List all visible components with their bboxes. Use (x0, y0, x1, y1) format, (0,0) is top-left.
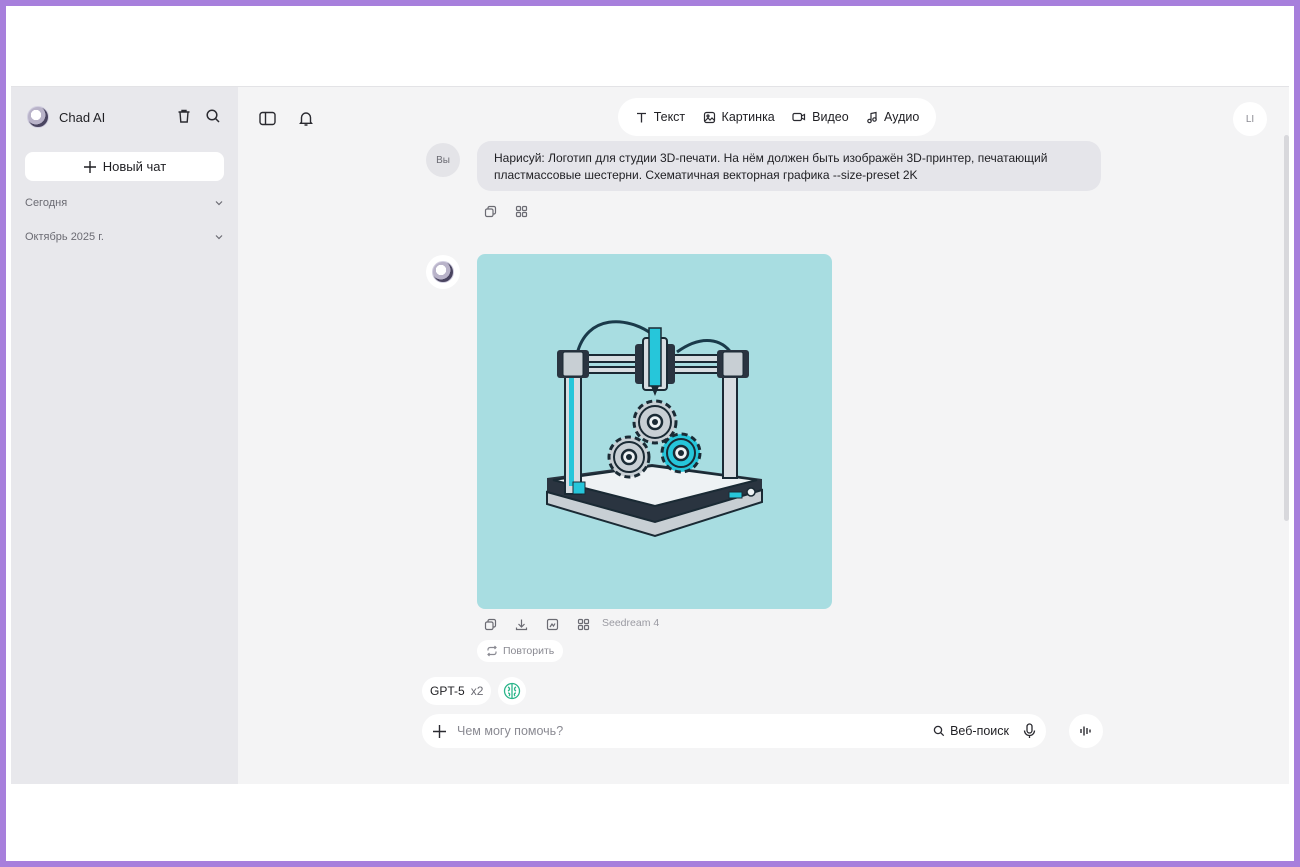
history-group-label: Октябрь 2025 г. (25, 231, 104, 243)
message-input[interactable] (457, 724, 934, 738)
chevron-down-icon (215, 201, 223, 206)
copy-icon[interactable] (482, 616, 498, 632)
model-multiplier: x2 (470, 684, 484, 698)
mode-label: Видео (812, 110, 849, 124)
user-avatar-button[interactable]: LI (1233, 102, 1267, 136)
sidebar-toggle-icon[interactable] (257, 108, 277, 128)
apps-grid-icon[interactable] (513, 203, 529, 219)
mode-label: Картинка (721, 110, 775, 124)
mode-tab-text[interactable]: Текст (635, 110, 685, 124)
image-edit-icon[interactable] (544, 616, 560, 632)
mode-tab-audio[interactable]: Аудио (866, 110, 919, 124)
music-note-icon (867, 111, 877, 123)
history-group-october[interactable]: Октябрь 2025 г. (25, 228, 224, 246)
model-name: GPT-5 (430, 684, 465, 698)
generator-model-label: Seedream 4 (602, 617, 660, 629)
reasoning-brain-icon[interactable] (498, 677, 526, 705)
web-search-toggle[interactable]: Веб-поиск (933, 724, 1009, 738)
retry-label: Повторить (503, 645, 555, 657)
mode-label: Аудио (884, 110, 920, 124)
chat-main: Текст Картинка Видео Аудио LI Вы Нарисуй… (238, 87, 1289, 784)
image-icon (703, 111, 715, 123)
text-icon (636, 112, 646, 122)
history-group-today[interactable]: Сегодня (25, 194, 224, 212)
mode-switcher: Текст Картинка Видео Аудио (618, 98, 936, 136)
web-search-label: Веб-поиск (950, 724, 1009, 738)
attach-plus-icon[interactable] (432, 724, 447, 739)
repeat-icon (487, 645, 497, 657)
trash-icon[interactable] (175, 107, 193, 125)
mode-tab-video[interactable]: Видео (792, 110, 849, 124)
bell-icon[interactable] (296, 108, 316, 128)
model-selector[interactable]: GPT-5 x2 (422, 677, 492, 705)
waveform-icon (1080, 726, 1091, 736)
new-chat-button[interactable]: Новый чат (25, 152, 224, 181)
retry-button[interactable]: Повторить (477, 640, 564, 662)
copy-icon[interactable] (482, 203, 498, 219)
chad-ai-logo-icon (27, 106, 49, 128)
voice-mode-button[interactable] (1069, 714, 1103, 748)
chevron-down-icon (215, 235, 223, 240)
plus-icon (83, 160, 96, 173)
mode-tab-image[interactable]: Картинка (703, 110, 775, 124)
scrollbar[interactable] (1284, 135, 1289, 521)
microphone-icon[interactable] (1023, 723, 1036, 739)
chat-app: Chad AI Новый чат Сегодня Октябрь 2025 г… (11, 86, 1289, 784)
sidebar: Chad AI Новый чат Сегодня Октябрь 2025 г… (11, 87, 238, 784)
apps-grid-icon[interactable] (575, 616, 591, 632)
search-icon (933, 725, 945, 737)
brand[interactable]: Chad AI (27, 106, 105, 128)
message-composer: Веб-поиск (422, 714, 1046, 748)
video-icon (792, 112, 806, 122)
user-avatar: Вы (426, 143, 460, 177)
search-icon[interactable] (204, 107, 222, 125)
history-group-label: Сегодня (25, 197, 68, 209)
download-icon[interactable] (513, 616, 529, 632)
new-chat-label: Новый чат (102, 159, 167, 174)
bot-avatar-icon (426, 255, 460, 289)
brand-name: Chad AI (59, 109, 106, 125)
mode-label: Текст (653, 110, 686, 124)
user-message-bubble: Нарисуй: Логотип для студии 3D-печати. Н… (477, 141, 1101, 191)
generated-image[interactable] (477, 254, 832, 609)
